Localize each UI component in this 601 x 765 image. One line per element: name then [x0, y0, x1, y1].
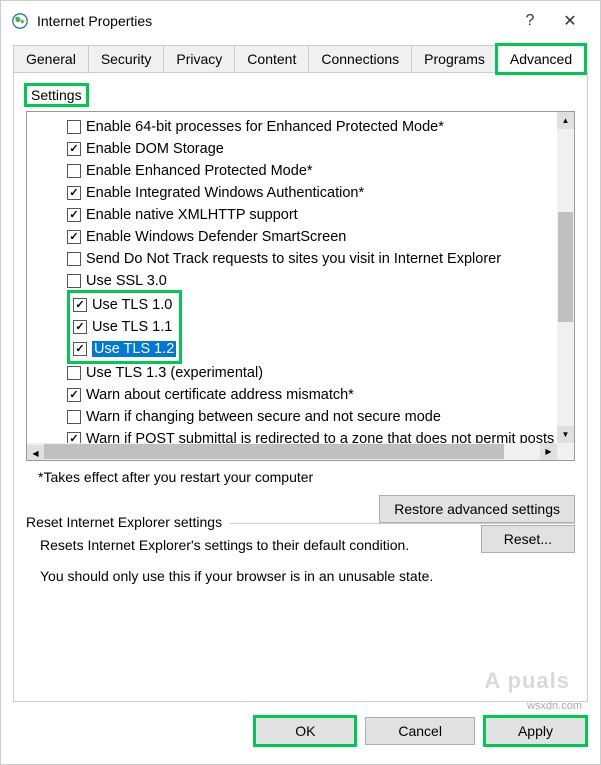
vertical-scrollbar[interactable]: ▲ ▼	[557, 112, 574, 443]
reset-description: Resets Internet Explorer's settings to t…	[40, 536, 425, 554]
item-label: Enable Enhanced Protected Mode*	[86, 163, 313, 179]
apply-button[interactable]: Apply	[485, 717, 586, 745]
watermark-text: wsxdn.com	[527, 700, 582, 712]
scroll-up-button[interactable]: ▲	[557, 112, 574, 129]
watermark-logo: A puals	[484, 668, 570, 694]
cancel-button[interactable]: Cancel	[365, 717, 475, 745]
item-label: Warn if changing between secure and not …	[86, 409, 441, 425]
checkbox[interactable]	[67, 366, 81, 380]
list-item[interactable]: Use TLS 1.1	[73, 316, 176, 338]
scroll-right-button[interactable]: ▶	[540, 443, 557, 460]
list-item[interactable]: Warn if changing between secure and not …	[67, 406, 570, 428]
item-label: Use SSL 3.0	[86, 273, 167, 289]
tab-general[interactable]: General	[13, 45, 89, 73]
list-item[interactable]: Send Do Not Track requests to sites you …	[67, 248, 570, 270]
settings-listbox: Enable 64-bit processes for Enhanced Pro…	[26, 111, 575, 461]
checkbox[interactable]	[67, 410, 81, 424]
list-item[interactable]: Enable Windows Defender SmartScreen	[67, 226, 570, 248]
restart-note: *Takes effect after you restart your com…	[38, 469, 575, 485]
item-label: Enable Integrated Windows Authentication…	[86, 185, 364, 201]
tab-connections[interactable]: Connections	[308, 45, 412, 73]
window-title: Internet Properties	[37, 13, 510, 29]
list-item[interactable]: Use TLS 1.3 (experimental)	[67, 362, 570, 384]
list-item[interactable]: Use SSL 3.0	[67, 270, 570, 292]
item-label: Warn about certificate address mismatch*	[86, 387, 354, 403]
list-item[interactable]: Use TLS 1.2	[73, 338, 176, 360]
checkbox[interactable]	[67, 388, 81, 402]
reset-group-divider: Reset Internet Explorer settings	[26, 523, 575, 524]
checkbox[interactable]	[67, 208, 81, 222]
scroll-corner	[557, 443, 574, 460]
item-label: Use TLS 1.3 (experimental)	[86, 365, 263, 381]
item-label: Enable native XMLHTTP support	[86, 207, 298, 223]
titlebar: Internet Properties ? ✕	[1, 1, 600, 41]
item-label: Use TLS 1.1	[92, 319, 172, 335]
checkbox[interactable]	[67, 120, 81, 134]
scroll-thumb-vertical[interactable]	[558, 212, 573, 322]
item-label: Send Do Not Track requests to sites you …	[86, 251, 501, 267]
checkbox[interactable]	[73, 342, 87, 356]
reset-warning: You should only use this if your browser…	[40, 568, 575, 584]
tab-advanced[interactable]: Advanced	[497, 45, 585, 73]
item-label: Enable DOM Storage	[86, 141, 224, 157]
settings-label: Settings	[26, 85, 87, 105]
list-item[interactable]: Enable 64-bit processes for Enhanced Pro…	[67, 116, 570, 138]
ok-button[interactable]: OK	[255, 717, 355, 745]
checkbox[interactable]	[67, 186, 81, 200]
tab-privacy[interactable]: Privacy	[163, 45, 235, 73]
tab-security[interactable]: Security	[88, 45, 165, 73]
item-label: Enable Windows Defender SmartScreen	[86, 229, 346, 245]
checkbox[interactable]	[67, 252, 81, 266]
checkbox[interactable]	[67, 274, 81, 288]
list-item[interactable]: Enable DOM Storage	[67, 138, 570, 160]
list-item[interactable]: Warn about certificate address mismatch*	[67, 384, 570, 406]
reset-group-label: Reset Internet Explorer settings	[26, 514, 230, 530]
checkbox[interactable]	[67, 164, 81, 178]
checkbox[interactable]	[67, 230, 81, 244]
help-button[interactable]: ?	[510, 6, 550, 36]
globe-icon	[11, 12, 29, 30]
tab-content[interactable]: Content	[234, 45, 309, 73]
reset-button[interactable]: Reset...	[481, 525, 575, 553]
tls-highlight-group: Use TLS 1.0 Use TLS 1.1 Use TLS 1.2	[67, 290, 182, 364]
dialog-button-row: OK Cancel Apply	[1, 703, 600, 759]
list-item[interactable]: Enable Integrated Windows Authentication…	[67, 182, 570, 204]
close-button[interactable]: ✕	[550, 6, 590, 36]
scroll-left-button[interactable]: ◀	[27, 445, 44, 461]
item-label: Enable 64-bit processes for Enhanced Pro…	[86, 119, 444, 135]
list-item[interactable]: Enable Enhanced Protected Mode*	[67, 160, 570, 182]
tab-strip: General Security Privacy Content Connect…	[1, 45, 600, 73]
scroll-down-button[interactable]: ▼	[557, 426, 574, 443]
checkbox[interactable]	[73, 320, 87, 334]
checkbox[interactable]	[67, 142, 81, 156]
item-label: Use TLS 1.0	[92, 297, 172, 313]
tab-programs[interactable]: Programs	[411, 45, 498, 73]
horizontal-scrollbar[interactable]: ◀ ▶	[27, 443, 574, 460]
scroll-thumb-horizontal[interactable]	[44, 444, 504, 459]
tab-panel-advanced: Settings Enable 64-bit processes for Enh…	[13, 72, 588, 702]
list-item[interactable]: Use TLS 1.0	[73, 294, 176, 316]
item-label: Use TLS 1.2	[92, 341, 176, 357]
list-item[interactable]: Enable native XMLHTTP support	[67, 204, 570, 226]
restore-advanced-button[interactable]: Restore advanced settings	[379, 495, 575, 523]
checkbox[interactable]	[73, 298, 87, 312]
